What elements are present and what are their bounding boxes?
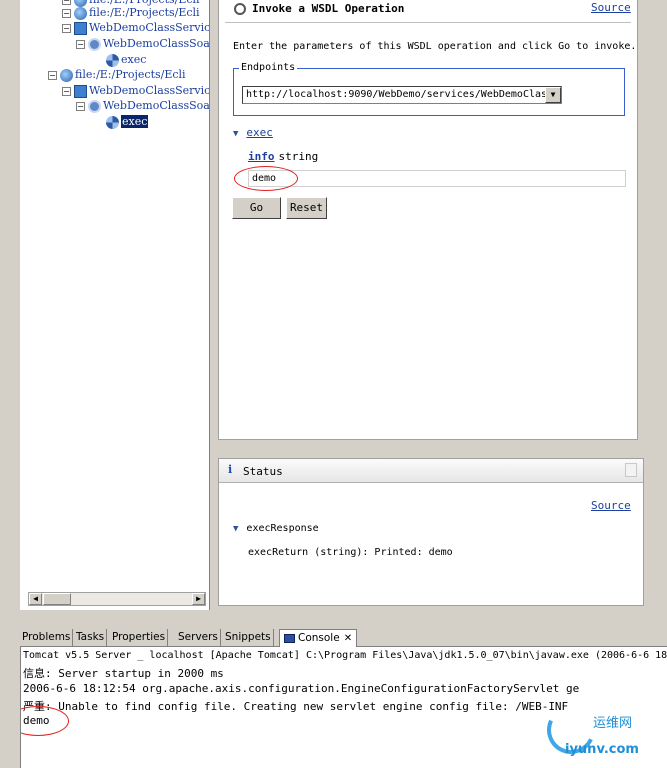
operation-link[interactable]: exec <box>246 126 273 139</box>
scroll-right-arrow-icon[interactable]: ▶ <box>192 593 205 605</box>
divider <box>225 22 631 23</box>
watermark-cn: 运维网 <box>593 716 633 731</box>
endpoints-group: Endpoints http://localhost:9090/WebDemo/… <box>233 62 625 116</box>
binding-icon <box>88 99 101 113</box>
tree-node-binding-2[interactable]: − WebDemoClassSoapB <box>76 98 210 114</box>
wsdl-file-icon <box>74 6 87 20</box>
tab-properties[interactable]: Properties <box>110 629 169 647</box>
wsdl-tree-panel: −file:/E:/Projects/Ecli −file:/E:/Projec… <box>20 0 210 610</box>
console-tab-bar: Problems Tasks Properties Servers Snippe… <box>20 627 667 647</box>
collapse-icon[interactable]: − <box>62 0 71 5</box>
service-icon <box>74 21 87 35</box>
source-link[interactable]: Source <box>591 1 631 14</box>
tree-horizontal-scrollbar[interactable]: ◀ ▶ <box>28 592 206 606</box>
invoke-operation-panel: Invoke a WSDL Operation Source Enter the… <box>218 0 638 440</box>
service-icon <box>74 84 87 98</box>
tree-node-label: file:/E:/Projects/Ecli <box>89 6 200 19</box>
expand-triangle-icon[interactable]: ▼ <box>233 129 238 139</box>
collapse-icon[interactable]: − <box>76 101 85 111</box>
instruction-text: Enter the parameters of this WSDL operat… <box>233 41 637 52</box>
response-name: execResponse <box>246 523 319 534</box>
collapse-icon[interactable]: − <box>62 23 71 33</box>
tab-console-label: Console <box>298 632 340 644</box>
collapse-icon[interactable]: − <box>76 39 85 49</box>
panel-title-text: Invoke a WSDL Operation <box>252 2 405 15</box>
console-line: 严重: Unable to find config file. Creating… <box>23 700 569 713</box>
tree-node-service-2[interactable]: − WebDemoClassService <box>62 83 210 99</box>
operation-icon <box>106 115 119 129</box>
scroll-thumb[interactable] <box>43 593 71 605</box>
status-source-link[interactable]: Source <box>591 499 631 512</box>
wsdl-file-icon <box>60 68 73 82</box>
close-icon[interactable]: ✕ <box>344 633 352 644</box>
watermark-logo: 运维网 iyunv.com <box>540 699 663 766</box>
tree-node-label: WebDemoClassSoapB <box>103 99 210 112</box>
tab-console[interactable]: Console ✕ <box>279 629 358 647</box>
response-row: ▼ execResponse <box>233 523 319 534</box>
parameter-type: string <box>278 150 319 163</box>
tree-node-operation-1[interactable]: exec <box>106 52 146 68</box>
parameter-name-link[interactable]: info <box>248 150 275 163</box>
collapse-icon[interactable]: − <box>48 70 57 80</box>
console-line: 2006-6-6 18:12:54 org.apache.axis.config… <box>23 682 580 695</box>
parameter-input[interactable]: demo <box>248 170 626 187</box>
operation-row: ▼ exec <box>233 126 273 139</box>
tree-node-label-selected: exec <box>121 115 149 128</box>
tab-tasks[interactable]: Tasks <box>74 629 108 647</box>
info-icon: i <box>228 463 233 476</box>
endpoint-value: http://localhost:9090/WebDemo/services/W… <box>246 89 554 100</box>
tree-node-file-1-real[interactable]: − file:/E:/Projects/Ecli <box>62 5 200 21</box>
console-line: 信息: Server startup in 2000 ms <box>23 667 224 680</box>
status-title: Status <box>243 465 283 478</box>
binding-icon <box>88 37 101 51</box>
tree-node-label: exec <box>121 53 147 66</box>
tab-servers[interactable]: Servers <box>176 629 221 647</box>
clear-status-icon[interactable] <box>625 463 637 477</box>
tree-node-label: WebDemoClassService <box>89 84 210 97</box>
status-header: i Status <box>219 459 643 483</box>
tree-node-binding-1[interactable]: − WebDemoClassSoapB <box>76 36 210 52</box>
endpoints-label: Endpoints <box>239 62 298 73</box>
dropdown-arrow-icon[interactable]: ▼ <box>545 87 561 103</box>
tree-node-operation-2[interactable]: exec <box>106 114 149 130</box>
parameter-row: info string <box>248 150 318 163</box>
tree-node-service-1[interactable]: − WebDemoClassService <box>62 20 210 36</box>
tree-node-label: WebDemoClassService <box>89 21 210 34</box>
tab-snippets[interactable]: Snippets <box>223 629 274 647</box>
collapse-icon[interactable]: − <box>62 86 71 96</box>
annotation-circle <box>234 166 298 191</box>
console-header: Tomcat v5.5 Server _ localhost [Apache T… <box>23 650 667 661</box>
reset-button[interactable]: Reset <box>286 197 327 219</box>
endpoint-select[interactable]: http://localhost:9090/WebDemo/services/W… <box>242 86 562 104</box>
status-panel: i Status Source ▼ execResponse execReturn… <box>218 458 644 606</box>
invoke-icon <box>234 3 246 15</box>
panel-title: Invoke a WSDL Operation <box>234 2 404 15</box>
tree-node-label: WebDemoClassSoapB <box>103 37 210 50</box>
response-text: execReturn (string): Printed: demo <box>248 547 453 558</box>
operation-icon <box>106 53 119 67</box>
scroll-left-arrow-icon[interactable]: ◀ <box>29 593 42 605</box>
tree-node-file-2[interactable]: − file:/E:/Projects/Ecli <box>48 67 186 83</box>
console-icon <box>284 633 295 643</box>
expand-triangle-icon[interactable]: ▼ <box>233 524 238 534</box>
tab-problems[interactable]: Problems <box>20 629 74 647</box>
go-button[interactable]: Go <box>232 197 281 219</box>
collapse-icon[interactable]: − <box>62 8 71 18</box>
tree-node-label: file:/E:/Projects/Ecli <box>75 68 186 81</box>
annotation-circle <box>21 706 69 736</box>
watermark-en: iyunv.com <box>565 742 639 757</box>
